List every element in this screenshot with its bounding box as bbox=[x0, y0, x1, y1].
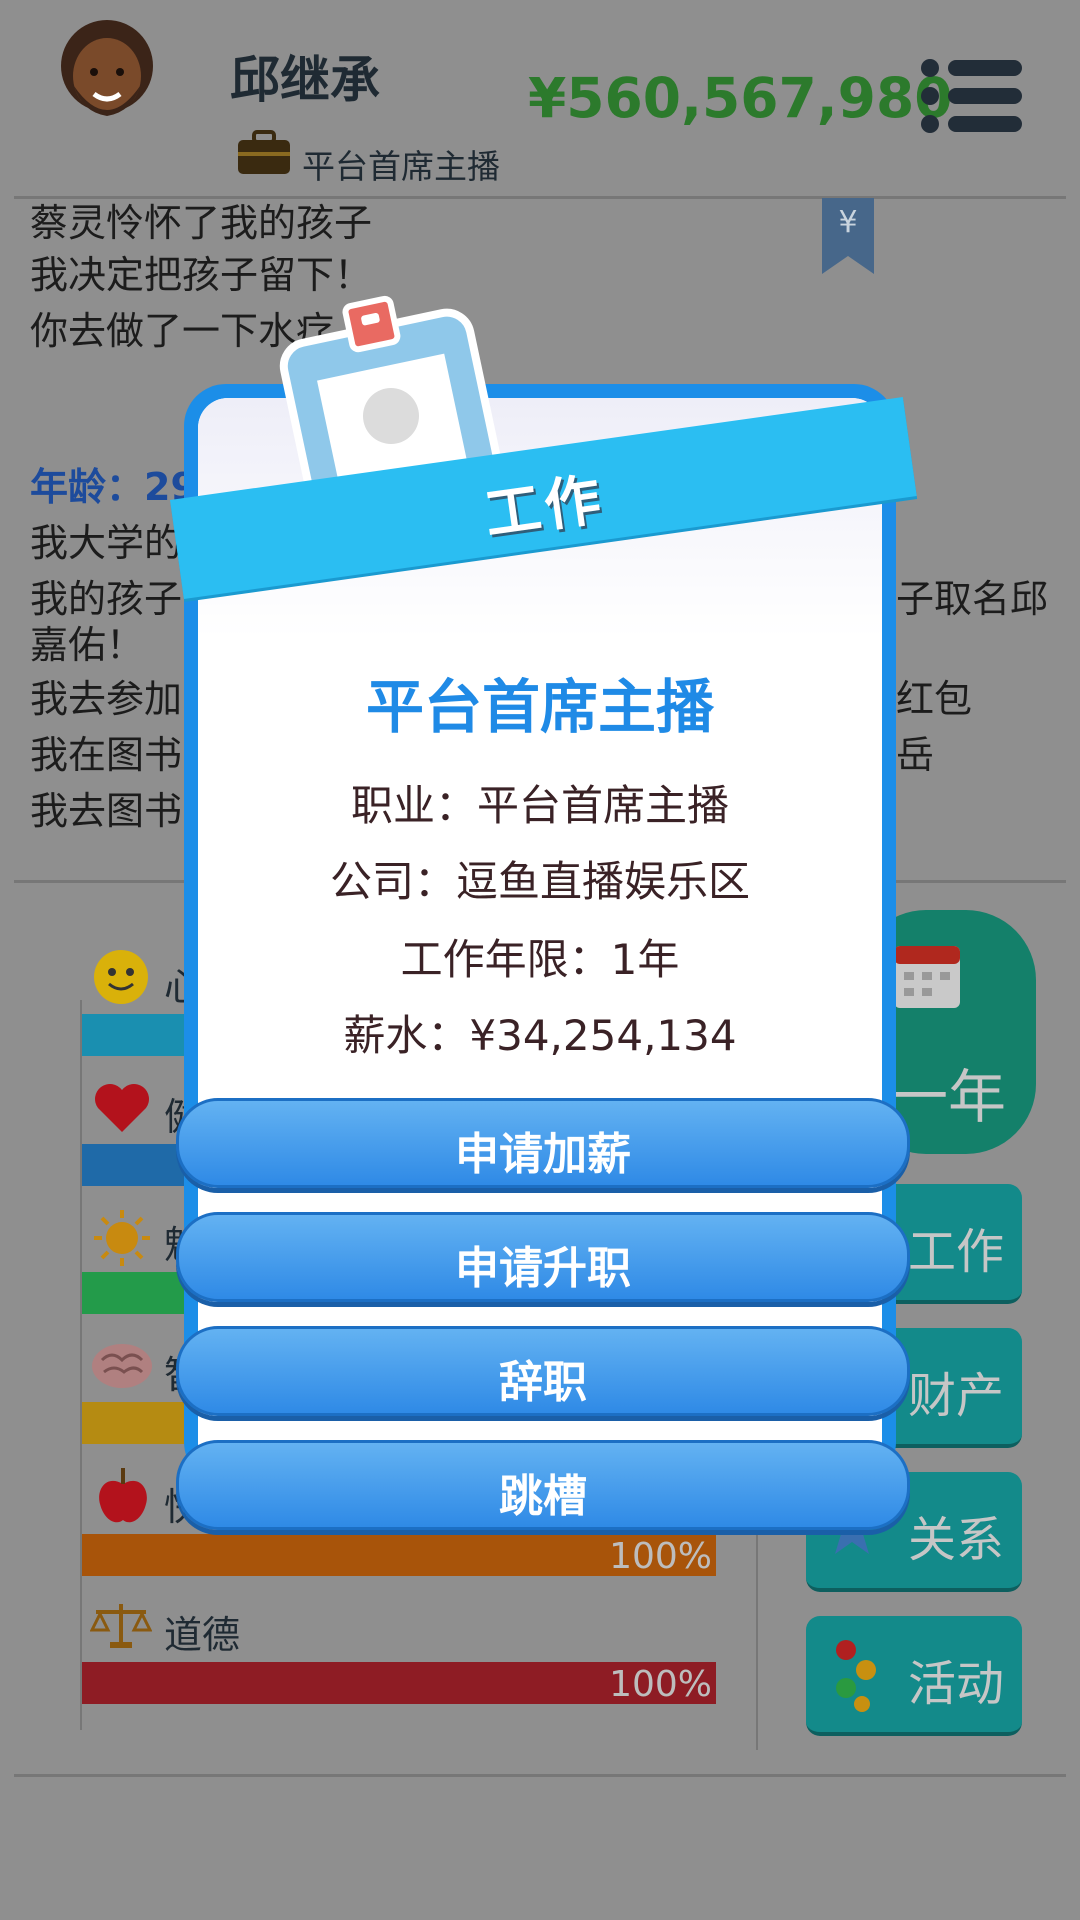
stat-bar: 100% bbox=[82, 1534, 716, 1577]
bottom-divider bbox=[14, 1774, 1066, 1777]
log-line: 子取名邱 bbox=[896, 577, 1049, 621]
request-promotion-button[interactable]: 申请升职 bbox=[176, 1212, 910, 1302]
briefcase-icon bbox=[236, 130, 292, 176]
activities-icon bbox=[832, 1638, 882, 1714]
log-line: 我大学的 bbox=[30, 521, 183, 565]
calendar-icon bbox=[892, 936, 962, 1010]
log-line: 我去参加 bbox=[30, 677, 183, 721]
switch-job-button[interactable]: 跳槽 bbox=[176, 1440, 910, 1530]
salary-info: 薪水：¥34,254,134 bbox=[343, 1011, 737, 1060]
avatar[interactable] bbox=[52, 16, 162, 126]
log-line: 我在图书 bbox=[30, 733, 183, 777]
svg-text:¥: ¥ bbox=[838, 205, 857, 240]
occupation-info: 职业：平台首席主播 bbox=[350, 781, 729, 830]
stat-percent: 100% bbox=[609, 1664, 712, 1705]
company-info: 公司：逗鱼直播娱乐区 bbox=[329, 857, 750, 906]
job-title: 平台首席主播 bbox=[365, 673, 714, 741]
sun-icon bbox=[92, 1208, 152, 1268]
years-info: 工作年限：1年 bbox=[400, 935, 680, 984]
switch-job-label: 跳槽 bbox=[499, 1471, 587, 1522]
player-name: 邱继承 bbox=[230, 51, 380, 109]
request-promotion-label: 申请升职 bbox=[455, 1243, 631, 1294]
relations-button-label: 关系 bbox=[907, 1512, 1004, 1568]
log-line: 红包 bbox=[896, 677, 973, 721]
money-display: ¥560,567,980 bbox=[528, 66, 953, 130]
menu-icon[interactable] bbox=[920, 58, 1024, 134]
log-line: 岳 bbox=[896, 733, 935, 777]
apple-icon bbox=[96, 1466, 150, 1526]
stats-left-border bbox=[80, 1000, 82, 1730]
activities-button[interactable]: 活动 bbox=[806, 1616, 1022, 1736]
stat-bar: 100% bbox=[82, 1662, 716, 1705]
brain-icon bbox=[90, 1340, 154, 1392]
stat-label: 道德 bbox=[164, 1613, 241, 1657]
next-year-label: 一年 bbox=[890, 1063, 1007, 1131]
resign-button[interactable]: 辞职 bbox=[176, 1326, 910, 1416]
scales-icon bbox=[89, 1600, 153, 1650]
log-line: 蔡灵怜怀了我的孩子 bbox=[30, 201, 373, 245]
log-line: 嘉佑！ bbox=[30, 623, 145, 667]
assets-button-label: 财产 bbox=[907, 1368, 1004, 1424]
bookmark-yen-icon[interactable]: ¥ bbox=[820, 198, 876, 278]
player-job: 平台首席主播 bbox=[302, 147, 500, 186]
log-line: 我去图书 bbox=[30, 789, 183, 833]
request-raise-button[interactable]: 申请加薪 bbox=[176, 1098, 910, 1188]
resign-label: 辞职 bbox=[499, 1357, 587, 1408]
request-raise-label: 申请加薪 bbox=[455, 1129, 631, 1180]
stat-percent: 100% bbox=[609, 1536, 712, 1577]
work-button-label: 工作 bbox=[907, 1224, 1004, 1280]
smiley-icon bbox=[92, 948, 150, 1006]
activities-button-label: 活动 bbox=[907, 1656, 1004, 1712]
heart-icon bbox=[92, 1080, 152, 1134]
